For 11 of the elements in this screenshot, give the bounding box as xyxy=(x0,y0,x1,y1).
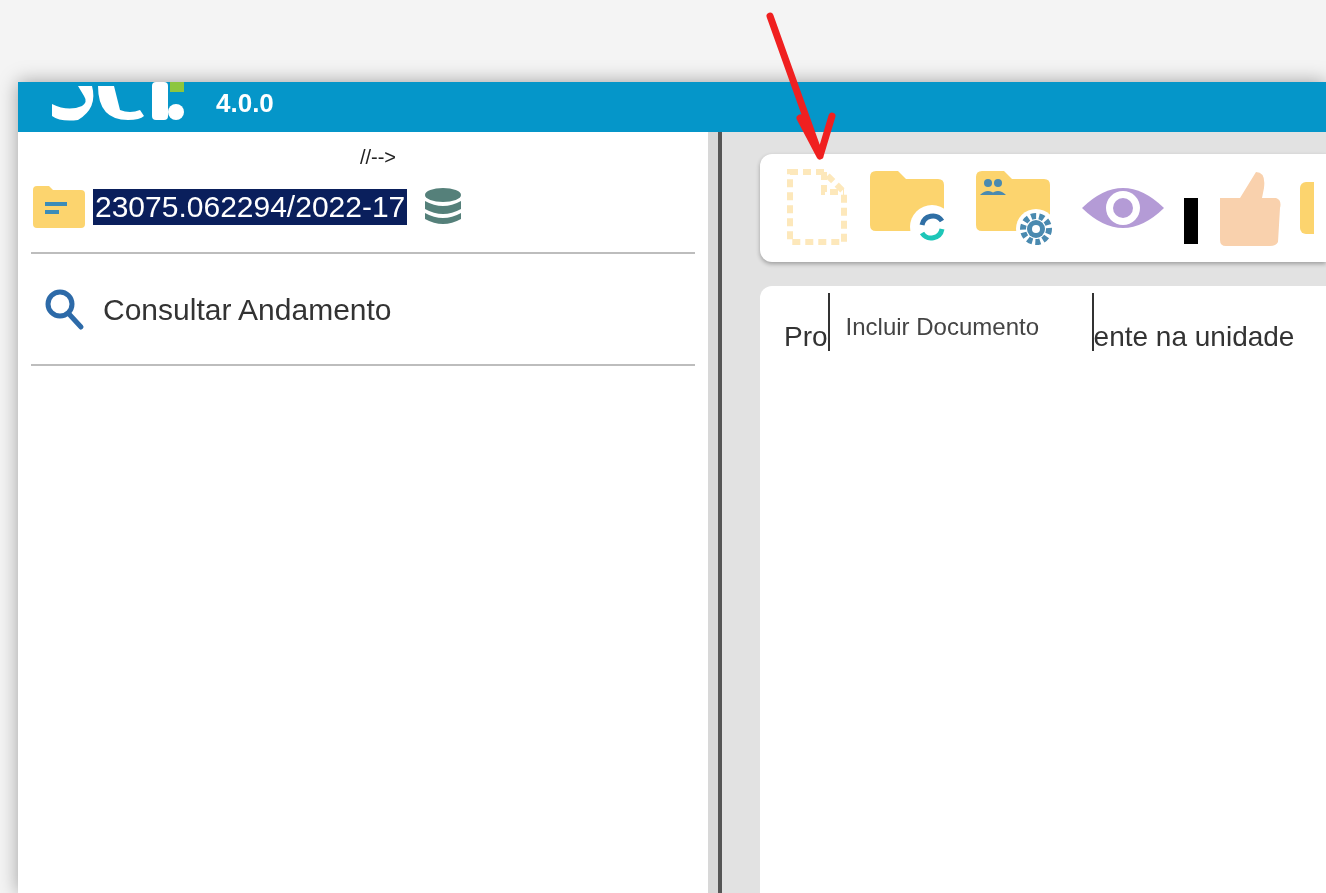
comment-text: //--> xyxy=(359,145,397,170)
status-text: ente na unidade xyxy=(1093,320,1295,354)
database-icon[interactable] xyxy=(423,187,464,227)
separator-bar-icon xyxy=(1184,198,1198,244)
status-text: Pro xyxy=(784,320,828,354)
tooltip: Incluir Documento xyxy=(827,293,1094,351)
process-number-link[interactable]: 23075.062294/2022-17 xyxy=(93,189,408,225)
search-icon xyxy=(43,287,85,331)
menu-link[interactable]: Consultar Andamento xyxy=(103,286,392,332)
splitter-bar[interactable] xyxy=(708,132,722,893)
version-label: 4.0.0 xyxy=(216,87,274,120)
